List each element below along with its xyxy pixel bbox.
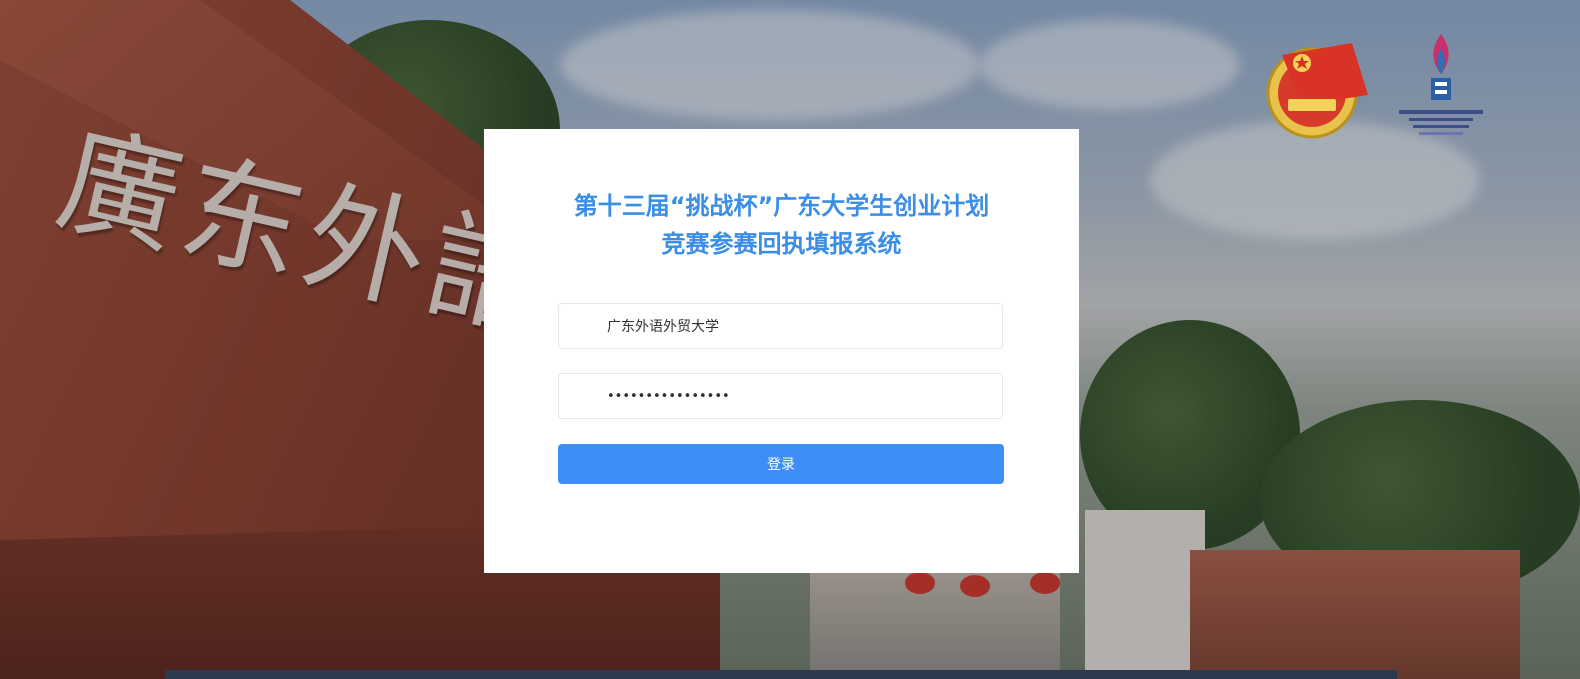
login-button[interactable]: 登录 [558, 444, 1004, 484]
communist-youth-league-logo [1266, 43, 1368, 139]
username-field[interactable] [558, 303, 1003, 349]
bottom-bar [165, 670, 1397, 679]
challenge-cup-logo [1399, 34, 1483, 135]
password-input[interactable] [607, 376, 987, 416]
system-title: 第十三届“挑战杯”广东大学生创业计划 竞赛参赛回执填报系统 [484, 187, 1079, 263]
password-field[interactable] [558, 373, 1003, 419]
login-card: 第十三届“挑战杯”广东大学生创业计划 竞赛参赛回执填报系统 登录 [484, 129, 1079, 573]
system-title-line2: 竞赛参赛回执填报系统 [661, 230, 902, 258]
system-title-line1: 第十三届“挑战杯”广东大学生创业计划 [573, 192, 990, 220]
username-input[interactable] [607, 306, 987, 346]
